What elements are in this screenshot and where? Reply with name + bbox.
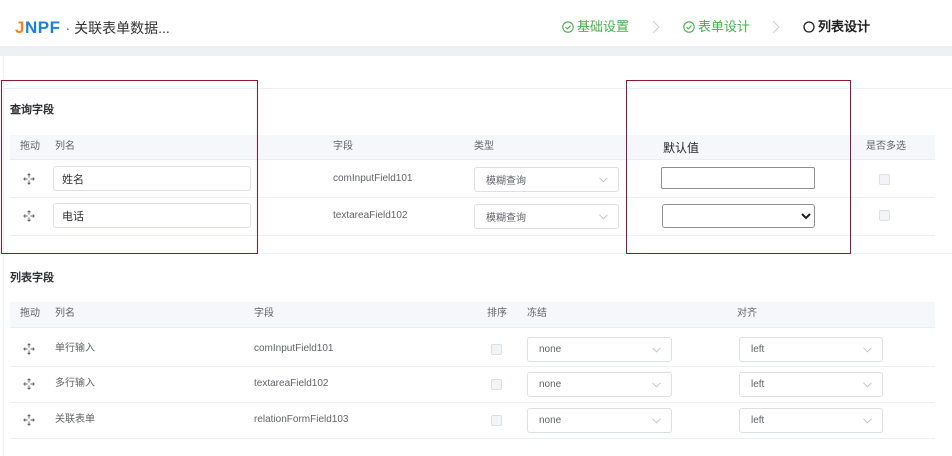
match-type-select[interactable]: 模糊查询	[474, 204, 619, 229]
check-circle-icon	[683, 21, 695, 33]
list-table-header	[10, 302, 935, 327]
query-table-header	[10, 135, 935, 159]
multiple-checkbox[interactable]	[879, 174, 890, 185]
col-label: 列名	[55, 308, 75, 319]
column-label-input[interactable]	[53, 203, 251, 228]
match-type-select[interactable]: 模糊查询	[474, 167, 619, 192]
list-fields-title: 列表字段	[10, 272, 54, 284]
fixed-value: none	[539, 415, 562, 426]
move-icon[interactable]	[23, 414, 35, 426]
content-left-border	[3, 56, 4, 456]
content-top-divider	[3, 88, 952, 89]
section-divider	[3, 253, 952, 254]
match-type-value: 模糊查询	[486, 213, 526, 224]
chevron-down-icon	[863, 381, 872, 388]
multiple-checkbox[interactable]	[879, 210, 890, 221]
step-form-design[interactable]: 表单设计	[683, 19, 750, 35]
col-label: 列名	[55, 141, 75, 152]
chevron-right-icon	[652, 20, 660, 34]
align-select[interactable]: left	[739, 337, 883, 362]
fixed-value: none	[539, 344, 562, 355]
align-value: left	[751, 379, 765, 390]
chevron-down-icon	[652, 417, 661, 424]
field-name: textareaField102	[254, 378, 329, 389]
move-icon[interactable]	[23, 343, 35, 355]
default-value-input[interactable]	[661, 167, 815, 189]
chevron-down-icon	[599, 213, 608, 220]
sortable-checkbox[interactable]	[491, 415, 502, 426]
chevron-down-icon	[863, 346, 872, 353]
align-select[interactable]: left	[739, 372, 883, 397]
col-align: 对齐	[737, 308, 757, 319]
chevron-down-icon	[599, 176, 608, 183]
default-value-select[interactable]	[662, 204, 815, 228]
move-icon[interactable]	[23, 378, 35, 390]
step-basic-settings[interactable]: 基础设置	[562, 19, 629, 35]
col-default-value: 默认值	[663, 141, 700, 155]
page-title: 关联表单数据...	[74, 20, 170, 36]
sortable-checkbox[interactable]	[491, 344, 502, 355]
chevron-down-icon	[863, 417, 872, 424]
align-select[interactable]: left	[739, 408, 883, 433]
chevron-right-icon	[772, 20, 780, 34]
step-label: 表单设计	[698, 19, 751, 34]
query-fields-title: 查询字段	[10, 104, 54, 116]
match-type-value: 模糊查询	[486, 176, 526, 187]
col-field: 字段	[254, 308, 274, 319]
column-label: 关联表单	[55, 414, 95, 425]
brand: J NPF · 关联表单数据...	[15, 17, 170, 39]
table-divider	[10, 438, 935, 439]
circle-icon	[803, 21, 815, 33]
fixed-select[interactable]: none	[527, 372, 672, 397]
column-label: 单行输入	[55, 343, 95, 354]
move-icon[interactable]	[23, 173, 35, 185]
field-name: comInputField101	[333, 173, 413, 184]
col-multiple: 是否多选	[866, 141, 906, 152]
step-label: 基础设置	[577, 19, 630, 34]
logo-rest: NPF	[24, 18, 61, 37]
logo: J NPF	[15, 17, 60, 39]
logo-first-letter: J	[15, 18, 25, 37]
chevron-down-icon	[652, 381, 661, 388]
field-name: relationFormField103	[254, 414, 349, 425]
col-fixed: 冻结	[527, 308, 547, 319]
table-divider	[10, 235, 935, 236]
header-divider-band	[0, 46, 952, 56]
chevron-down-icon	[652, 346, 661, 353]
column-label: 多行输入	[55, 378, 95, 389]
check-circle-icon	[562, 21, 574, 33]
step-list-design[interactable]: 列表设计	[803, 19, 870, 35]
app-window: J NPF · 关联表单数据... 基础设置 表单设计 列表设计 查询字段 拖动…	[0, 0, 952, 456]
field-name: textareaField102	[333, 210, 408, 221]
sortable-checkbox[interactable]	[491, 379, 502, 390]
align-value: left	[751, 344, 765, 355]
col-drag: 拖动	[20, 141, 40, 152]
col-field: 字段	[333, 141, 353, 152]
brand-separator: ·	[65, 20, 71, 36]
align-value: left	[751, 415, 765, 426]
fixed-value: none	[539, 379, 562, 390]
col-sortable: 排序	[487, 308, 507, 319]
field-name: comInputField101	[254, 343, 334, 354]
column-label-input[interactable]	[53, 166, 251, 191]
col-match-type: 类型	[474, 141, 494, 152]
fixed-select[interactable]: none	[527, 408, 672, 433]
step-label: 列表设计	[818, 19, 871, 34]
fixed-select[interactable]: none	[527, 337, 672, 362]
col-drag: 拖动	[20, 308, 40, 319]
move-icon[interactable]	[23, 210, 35, 222]
